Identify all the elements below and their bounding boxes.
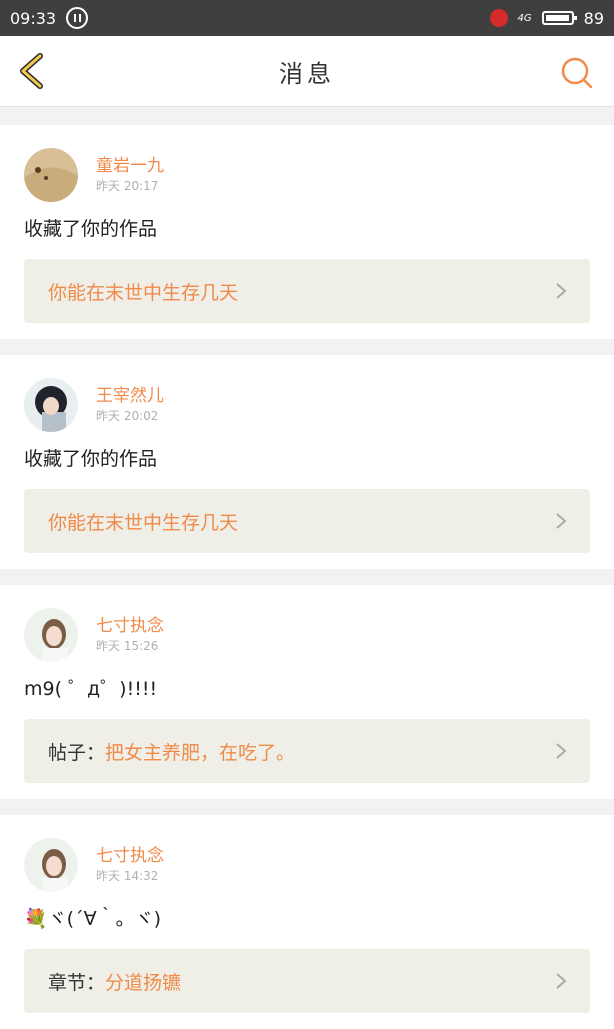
avatar[interactable]: [24, 608, 78, 662]
ref-title: 你能在末世中生存几天: [48, 281, 239, 304]
message-list: 童岩一九 昨天 20:17 收藏了你的作品 你能在末世中生存几天 王宰然儿 昨天…: [0, 107, 614, 1029]
ref-title: 分道扬镳: [105, 971, 182, 994]
message-item: 童岩一九 昨天 20:17 收藏了你的作品 你能在末世中生存几天: [0, 125, 614, 339]
ref-prefix: 章节：: [48, 971, 106, 994]
username[interactable]: 七寸执念: [96, 845, 164, 867]
referenced-post-link[interactable]: 帖子： 把女主养肥，在吃了。: [24, 719, 590, 783]
referenced-work-link[interactable]: 你能在末世中生存几天: [24, 259, 590, 323]
network-indicator: 4G: [517, 12, 532, 24]
timestamp: 昨天 15:26: [96, 639, 159, 653]
message-text: 收藏了你的作品: [24, 218, 158, 240]
avatar[interactable]: [24, 378, 78, 432]
username[interactable]: 童岩一九: [96, 155, 164, 177]
pause-icon: [66, 7, 89, 29]
message-text: 💐ヾ(´∀｀。ヾ): [24, 908, 161, 930]
status-time: 09:33: [10, 8, 57, 28]
ref-prefix: 帖子：: [48, 741, 106, 764]
chevron-right-icon: [556, 513, 567, 529]
top-bar: 消息: [0, 36, 614, 107]
timestamp: 昨天 20:17: [96, 179, 159, 193]
message-item: 王宰然儿 昨天 20:02 收藏了你的作品 你能在末世中生存几天: [0, 355, 614, 569]
timestamp: 昨天 14:32: [96, 869, 159, 883]
battery-level: 89: [583, 8, 604, 28]
back-arrow-icon[interactable]: [16, 52, 46, 90]
ref-title: 把女主养肥，在吃了。: [105, 741, 296, 764]
referenced-work-link[interactable]: 你能在末世中生存几天: [24, 489, 590, 553]
notification-app-icon: [489, 9, 508, 27]
chevron-right-icon: [556, 283, 567, 299]
message-item: 七寸执念 昨天 15:26 m9( ゜д゜)!!!! 帖子： 把女主养肥，在吃了…: [0, 585, 614, 799]
chevron-right-icon: [556, 973, 567, 989]
status-bar: 09:33 4G 89: [0, 0, 614, 36]
chevron-right-icon: [556, 743, 567, 759]
ref-title: 你能在末世中生存几天: [48, 511, 239, 534]
referenced-chapter-link[interactable]: 章节： 分道扬镳: [24, 949, 590, 1013]
message-text: m9( ゜д゜)!!!!: [24, 678, 158, 700]
timestamp: 昨天 20:02: [96, 409, 159, 423]
message-text: 收藏了你的作品: [24, 448, 158, 470]
username[interactable]: 七寸执念: [96, 615, 164, 637]
avatar[interactable]: [24, 148, 78, 202]
avatar[interactable]: [24, 838, 78, 892]
username[interactable]: 王宰然儿: [96, 385, 164, 407]
battery-icon: [541, 11, 577, 25]
page-title: 消息: [279, 59, 335, 88]
search-icon[interactable]: [560, 56, 594, 90]
message-item: 七寸执念 昨天 14:32 💐ヾ(´∀｀。ヾ) 章节： 分道扬镳: [0, 815, 614, 1029]
